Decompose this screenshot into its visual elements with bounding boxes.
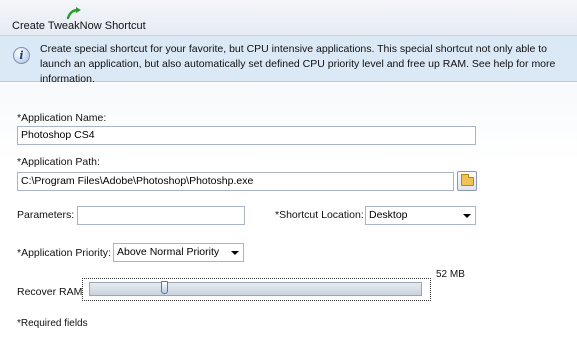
application-name-input[interactable]: Photoshop CS4 bbox=[17, 126, 476, 145]
shortcut-location-select[interactable]: Desktop bbox=[365, 206, 476, 225]
slider-thumb[interactable] bbox=[160, 281, 168, 294]
green-arrow-icon bbox=[66, 7, 81, 20]
title-bar: Create TweakNow Shortcut bbox=[0, 0, 577, 36]
info-panel: i Create special shortcut for your favor… bbox=[0, 36, 577, 85]
application-priority-value: Above Normal Priority bbox=[117, 246, 220, 258]
recover-ram-slider[interactable] bbox=[82, 278, 431, 301]
recover-ram-label: Recover RAM bbox=[17, 286, 83, 298]
recover-ram-amount: 52 MB bbox=[436, 269, 465, 280]
application-priority-label: *Application Priority: bbox=[17, 247, 111, 259]
browse-button[interactable] bbox=[457, 171, 477, 191]
chevron-down-icon bbox=[463, 214, 471, 218]
folder-icon bbox=[461, 174, 474, 186]
application-priority-select[interactable]: Above Normal Priority bbox=[113, 243, 244, 262]
shortcut-location-value: Desktop bbox=[369, 209, 408, 221]
chevron-down-icon bbox=[231, 251, 239, 255]
application-path-input[interactable]: C:\Program Files\Adobe\Photoshop\Photosh… bbox=[17, 172, 454, 191]
info-description: Create special shortcut for your favorit… bbox=[40, 43, 556, 85]
parameters-input[interactable] bbox=[77, 206, 245, 225]
application-path-label: *Application Path: bbox=[17, 156, 100, 168]
slider-track[interactable] bbox=[89, 282, 422, 296]
parameters-label: Parameters: bbox=[17, 209, 75, 221]
window-title: Create TweakNow Shortcut bbox=[12, 20, 146, 32]
application-name-label: *Application Name: bbox=[17, 112, 107, 124]
required-fields-note: *Required fields bbox=[17, 318, 88, 329]
info-icon: i bbox=[13, 47, 30, 64]
shortcut-location-label: *Shortcut Location: bbox=[275, 209, 364, 221]
